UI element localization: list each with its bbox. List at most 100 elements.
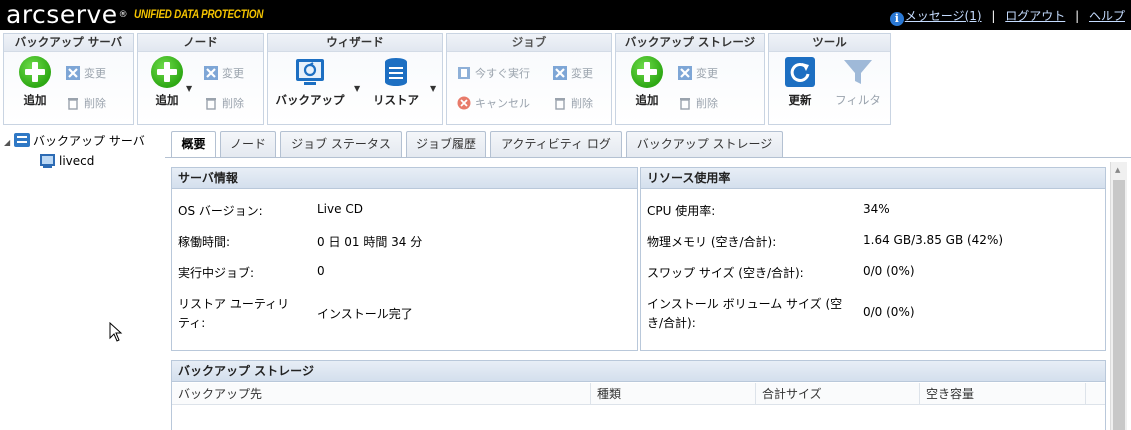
server-group-icon bbox=[14, 133, 30, 147]
restore-utility-label: リストア ユーティリ bbox=[178, 297, 290, 311]
panel-title: リソース使用率 bbox=[641, 168, 1105, 189]
add-icon bbox=[19, 56, 51, 88]
trash-icon bbox=[555, 98, 565, 110]
chevron-down-icon[interactable]: ▼ bbox=[186, 84, 192, 93]
add-backup-server-button[interactable]: 追加 bbox=[12, 56, 58, 108]
tab-nodes[interactable]: ノード bbox=[220, 131, 276, 157]
edit-job-button[interactable]: 変更 bbox=[553, 65, 593, 81]
cpu-usage-value: 34% bbox=[863, 202, 890, 216]
cancel-icon bbox=[457, 96, 471, 110]
add-storage-button[interactable]: 追加 bbox=[624, 56, 670, 108]
column-free-space[interactable]: 空き容量 bbox=[920, 383, 1086, 405]
tree-root-backup-server[interactable]: ◢ バックアップ サーバ bbox=[4, 132, 145, 149]
server-tree: ◢ バックアップ サーバ livecd bbox=[0, 128, 163, 430]
group-wizard: ウィザード バックアップ ▼ リストア ▼ bbox=[267, 33, 443, 125]
column-total-size[interactable]: 合計サイズ bbox=[756, 383, 920, 405]
trash-icon bbox=[68, 98, 78, 110]
group-title: バックアップ ストレージ bbox=[616, 34, 764, 52]
uptime-label: 稼働時間: bbox=[178, 235, 231, 249]
panel-title: サーバ情報 bbox=[172, 168, 637, 189]
tab-job-history[interactable]: ジョブ履歴 bbox=[406, 131, 486, 157]
group-title: ノード bbox=[138, 34, 263, 52]
install-volume-value: 0/0 (0%) bbox=[863, 305, 915, 319]
delete-storage-button[interactable]: 削除 bbox=[678, 95, 718, 111]
edit-x-icon bbox=[204, 66, 218, 80]
tab-activity-log[interactable]: アクティビティ ログ bbox=[490, 131, 622, 157]
tab-overview[interactable]: 概要 bbox=[171, 131, 216, 158]
edit-x-icon bbox=[678, 66, 692, 80]
column-destination[interactable]: バックアップ先 bbox=[172, 383, 591, 405]
scroll-up-icon[interactable]: ▲ bbox=[1115, 166, 1120, 174]
group-tools: ツール 更新 フィルタ bbox=[768, 33, 891, 125]
os-version-label: OS バージョン: bbox=[178, 204, 263, 218]
restore-wizard-button[interactable]: リストア bbox=[366, 56, 426, 108]
mouse-cursor-icon bbox=[109, 322, 123, 342]
install-volume-label: インストール ボリューム サイズ (空 bbox=[647, 297, 843, 311]
filter-button[interactable]: フィルタ bbox=[833, 56, 883, 108]
help-link[interactable]: ヘルプ bbox=[1089, 9, 1125, 23]
computer-icon bbox=[40, 154, 55, 168]
restore-icon bbox=[385, 58, 407, 86]
delete-backup-server-button[interactable]: 削除 bbox=[66, 95, 106, 111]
group-title: ジョブ bbox=[447, 34, 611, 52]
column-type[interactable]: 種類 bbox=[591, 383, 756, 405]
chevron-down-icon[interactable]: ▼ bbox=[430, 84, 436, 93]
tab-divider bbox=[165, 157, 1131, 158]
group-title: バックアップ サーバ bbox=[4, 34, 133, 52]
vertical-scrollbar[interactable]: ▲ bbox=[1110, 162, 1127, 430]
logout-link[interactable]: ログアウト bbox=[1005, 9, 1065, 23]
edit-storage-button[interactable]: 変更 bbox=[678, 65, 718, 81]
install-volume-label-line2: き/合計): bbox=[647, 316, 696, 330]
cancel-job-button[interactable]: キャンセル bbox=[457, 95, 530, 111]
filter-icon bbox=[844, 60, 872, 84]
group-node: ノード 追加 ▼ 変更 削除 bbox=[137, 33, 264, 125]
backup-wizard-button[interactable]: バックアップ bbox=[274, 56, 346, 108]
chevron-down-icon[interactable]: ▼ bbox=[354, 84, 360, 93]
memory-label: 物理メモリ (空き/合計): bbox=[647, 235, 777, 249]
group-job: ジョブ 今すぐ実行 変更 キャンセル 削除 bbox=[446, 33, 612, 125]
running-jobs-label: 実行中ジョブ: bbox=[178, 266, 255, 280]
tab-backup-storage[interactable]: バックアップ ストレージ bbox=[626, 131, 783, 157]
app-header: arcserve® UNIFIED DATA PROTECTION i メッセージ… bbox=[0, 0, 1131, 30]
group-backup-storage: バックアップ ストレージ 追加 変更 削除 bbox=[615, 33, 765, 125]
swap-value: 0/0 (0%) bbox=[863, 264, 915, 278]
tree-item-livecd[interactable]: livecd bbox=[40, 154, 94, 168]
refresh-icon bbox=[785, 57, 815, 87]
info-icon[interactable]: i bbox=[889, 12, 904, 26]
panel-title: バックアップ ストレージ bbox=[172, 361, 1105, 382]
edit-x-icon bbox=[66, 66, 80, 80]
collapse-arrow-icon[interactable]: ◢ bbox=[4, 138, 14, 147]
ribbon-toolbar: バックアップ サーバ 追加 変更 削除 ノード 追加 ▼ 変更 削除 ウィザード bbox=[0, 30, 1131, 128]
run-now-icon bbox=[458, 67, 470, 79]
backup-icon bbox=[296, 59, 324, 85]
group-backup-server: バックアップ サーバ 追加 変更 削除 bbox=[3, 33, 134, 125]
add-icon bbox=[631, 56, 663, 88]
backup-storage-panel: バックアップ ストレージ バックアップ先 種類 合計サイズ 空き容量 bbox=[171, 360, 1106, 430]
restore-utility-value: インストール完了 bbox=[317, 307, 413, 321]
arcserve-logo: arcserve® bbox=[6, 0, 129, 29]
refresh-button[interactable]: 更新 bbox=[777, 56, 823, 108]
trash-icon bbox=[680, 98, 690, 110]
add-node-button[interactable]: 追加 bbox=[144, 56, 190, 108]
delete-node-button[interactable]: 削除 bbox=[204, 95, 244, 111]
memory-value: 1.64 GB/3.85 GB (42%) bbox=[863, 233, 1004, 247]
edit-node-button[interactable]: 変更 bbox=[204, 65, 244, 81]
running-jobs-value: 0 bbox=[317, 264, 325, 278]
messages-link[interactable]: メッセージ(1) bbox=[905, 9, 982, 23]
uptime-value: 0 日 01 時間 34 分 bbox=[317, 235, 423, 249]
group-title: ウィザード bbox=[268, 34, 442, 52]
resource-usage-panel: リソース使用率 CPU 使用率: 34% 物理メモリ (空き/合計): 1.64… bbox=[640, 167, 1106, 351]
scrollbar-thumb[interactable] bbox=[1113, 180, 1125, 430]
delete-job-button[interactable]: 削除 bbox=[553, 95, 593, 111]
edit-backup-server-button[interactable]: 変更 bbox=[66, 65, 106, 81]
logo-subtitle: UNIFIED DATA PROTECTION bbox=[134, 7, 264, 21]
add-icon bbox=[151, 56, 183, 88]
run-now-button[interactable]: 今すぐ実行 bbox=[457, 65, 530, 81]
restore-utility-label-line2: ティ: bbox=[178, 316, 206, 330]
storage-grid-header: バックアップ先 種類 合計サイズ 空き容量 bbox=[172, 383, 1105, 405]
group-title: ツール bbox=[769, 34, 890, 52]
tab-job-status[interactable]: ジョブ ステータス bbox=[280, 131, 402, 157]
os-version-value: Live CD bbox=[317, 202, 363, 216]
header-links: i メッセージ(1) | ログアウト | ヘルプ bbox=[889, 7, 1125, 26]
trash-icon bbox=[206, 98, 216, 110]
